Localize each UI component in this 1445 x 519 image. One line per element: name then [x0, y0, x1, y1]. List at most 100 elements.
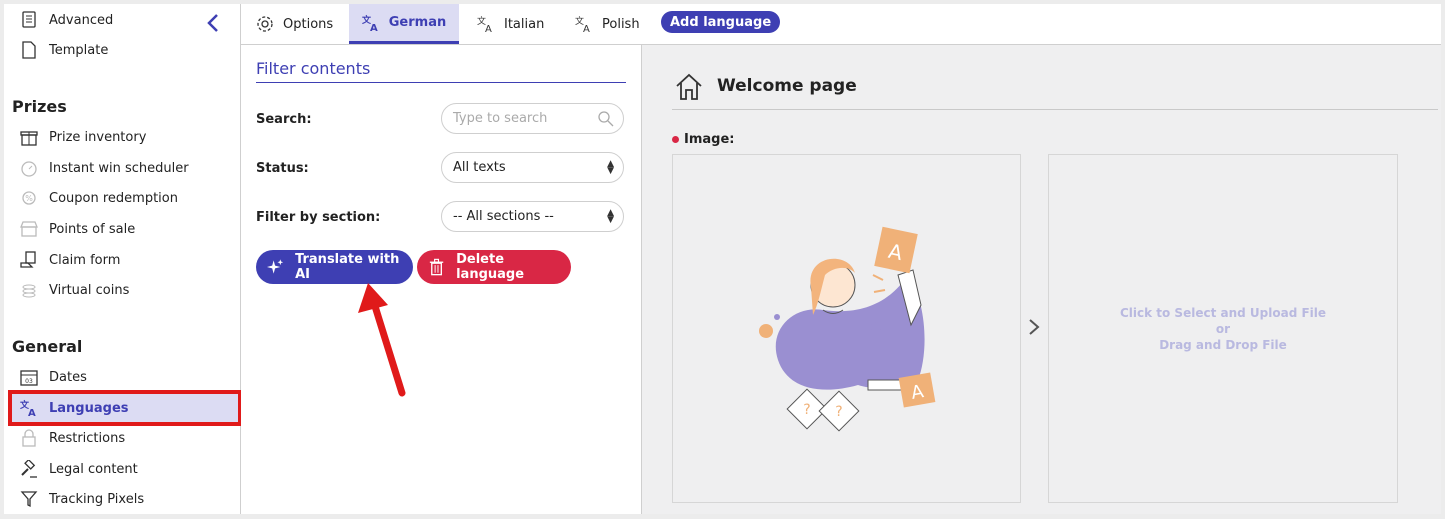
sidebar-item-label: Dates — [49, 369, 87, 385]
filter-funnel-icon — [20, 490, 38, 508]
language-tabs: Options 文A German 文A Italian 文A Polish A… — [241, 4, 1441, 45]
timer-icon — [20, 159, 38, 177]
required-dot-icon — [672, 136, 679, 143]
sidebar-item-label: Restrictions — [49, 430, 126, 446]
image-field-label: Image: — [672, 132, 734, 147]
template-icon — [20, 41, 38, 59]
tab-options[interactable]: Options — [256, 4, 333, 44]
sidebar-item-instant-win-scheduler[interactable]: Instant win scheduler — [20, 154, 189, 182]
delete-language-button[interactable]: Delete language — [417, 250, 571, 284]
status-value: All texts — [453, 160, 506, 175]
coupon-icon: % — [20, 189, 38, 207]
tab-label: Options — [283, 16, 334, 32]
status-select[interactable]: All texts ▲ ▼ — [441, 152, 624, 183]
sidebar-heading-general: General — [12, 337, 83, 356]
advanced-icon — [20, 11, 38, 29]
collapse-sidebar-icon[interactable] — [204, 12, 222, 34]
add-language-button[interactable]: Add language — [661, 11, 781, 33]
app-frame: Advanced Template Prizes Prize inventory… — [4, 4, 1441, 514]
home-icon — [676, 73, 702, 100]
sidebar-item-coupon-redemption[interactable]: % Coupon redemption — [20, 184, 178, 212]
search-icon — [598, 111, 614, 127]
tab-label: Polish — [602, 16, 640, 32]
sidebar-item-label: Languages — [49, 400, 129, 416]
sidebar-item-points-of-sale[interactable]: Points of sale — [20, 215, 135, 243]
sidebar-item-label: Advanced — [49, 12, 114, 28]
page-title: Welcome page — [717, 76, 857, 96]
button-label: Translate with AI — [295, 252, 400, 282]
sidebar-item-label: Coupon redemption — [49, 190, 178, 206]
sidebar-item-label: Virtual coins — [49, 282, 130, 298]
sidebar-item-template[interactable]: Template — [20, 36, 108, 64]
search-label: Search: — [256, 112, 312, 127]
button-label: Delete language — [456, 252, 525, 282]
tab-label: Italian — [504, 16, 545, 32]
lock-icon — [20, 429, 38, 447]
svg-text:?: ? — [803, 402, 810, 418]
sparkles-icon — [266, 259, 284, 274]
calendar-icon: 03 — [20, 368, 38, 386]
svg-text:A: A — [28, 408, 36, 417]
sidebar-item-label: Prize inventory — [49, 129, 147, 145]
translate-icon: 文A — [20, 399, 38, 417]
tab-german[interactable]: 文A German — [349, 4, 459, 44]
section-value: -- All sections -- — [453, 209, 554, 224]
file-upload-dropzone[interactable]: Click to Select and Upload File or Drag … — [1048, 154, 1398, 503]
search-placeholder: Type to search — [453, 111, 548, 126]
sidebar-item-advanced[interactable]: Advanced — [20, 6, 113, 34]
upload-instruction: Click to Select and Upload File — [1119, 305, 1327, 320]
translate-icon: 文A — [477, 15, 492, 33]
search-input[interactable]: Type to search — [441, 103, 624, 134]
upload-or-text: or — [1215, 321, 1231, 336]
gift-icon — [20, 128, 38, 146]
sidebar-item-label: Claim form — [49, 252, 121, 268]
translate-with-ai-button[interactable]: Translate with AI — [256, 250, 413, 284]
tab-label: German — [388, 15, 447, 30]
section-filter-label: Filter by section: — [256, 210, 381, 225]
sidebar-item-languages[interactable]: 文A Languages — [20, 394, 129, 422]
sidebar-item-virtual-coins[interactable]: Virtual coins — [20, 276, 129, 304]
tab-italian[interactable]: 文A Italian — [477, 4, 544, 44]
sidebar-item-label: Template — [49, 42, 109, 58]
trash-icon — [429, 258, 444, 276]
upload-drag-text: Drag and Drop File — [1159, 337, 1287, 352]
content-area: Welcome page Image: A A ? ? Click to Sel… — [642, 45, 1441, 514]
gear-icon — [257, 16, 273, 32]
sidebar-item-label: Tracking Pixels — [49, 491, 145, 507]
claim-icon — [20, 251, 38, 269]
sidebar-item-tracking-pixels[interactable]: Tracking Pixels — [20, 485, 144, 513]
svg-text:%: % — [25, 194, 33, 203]
tab-polish[interactable]: 文A Polish — [575, 4, 640, 44]
select-arrows-icon: ▲ ▼ — [607, 159, 614, 176]
svg-text:A: A — [583, 24, 590, 33]
title-divider — [672, 109, 1438, 110]
sidebar: Advanced Template Prizes Prize inventory… — [4, 4, 242, 514]
sidebar-item-legal-content[interactable]: Legal content — [20, 455, 138, 483]
red-annotation-arrow — [358, 283, 406, 397]
image-preview: A A ? ? — [672, 154, 1021, 503]
translate-icon: 文A — [575, 15, 590, 33]
sidebar-item-restrictions[interactable]: Restrictions — [20, 424, 125, 452]
sidebar-item-label: Legal content — [49, 461, 138, 477]
translation-illustration: A A ? ? — [759, 226, 936, 432]
section-filter-select[interactable]: -- All sections -- ▲ ▼ — [441, 201, 624, 232]
svg-text:03: 03 — [25, 378, 33, 385]
status-label: Status: — [256, 161, 309, 176]
sidebar-item-claim-form[interactable]: Claim form — [20, 246, 120, 274]
sidebar-item-dates[interactable]: 03 Dates — [20, 363, 87, 391]
translate-icon: 文A — [362, 14, 378, 32]
chevron-right-icon[interactable] — [1027, 317, 1041, 337]
coins-icon — [20, 281, 38, 299]
image-label-text: Image: — [684, 132, 735, 147]
filter-panel: Filter contents Search: Type to search S… — [241, 45, 642, 514]
gavel-icon — [20, 460, 38, 478]
filter-title: Filter contents — [256, 59, 371, 78]
svg-text:?: ? — [835, 404, 842, 420]
filter-divider — [256, 82, 626, 83]
sidebar-item-prize-inventory[interactable]: Prize inventory — [20, 123, 146, 151]
svg-text:A: A — [370, 23, 378, 32]
sidebar-item-label: Instant win scheduler — [49, 160, 189, 176]
sidebar-item-label: Points of sale — [49, 221, 136, 237]
sidebar-heading-prizes: Prizes — [12, 97, 67, 116]
select-arrows-icon: ▲ ▼ — [607, 208, 614, 225]
